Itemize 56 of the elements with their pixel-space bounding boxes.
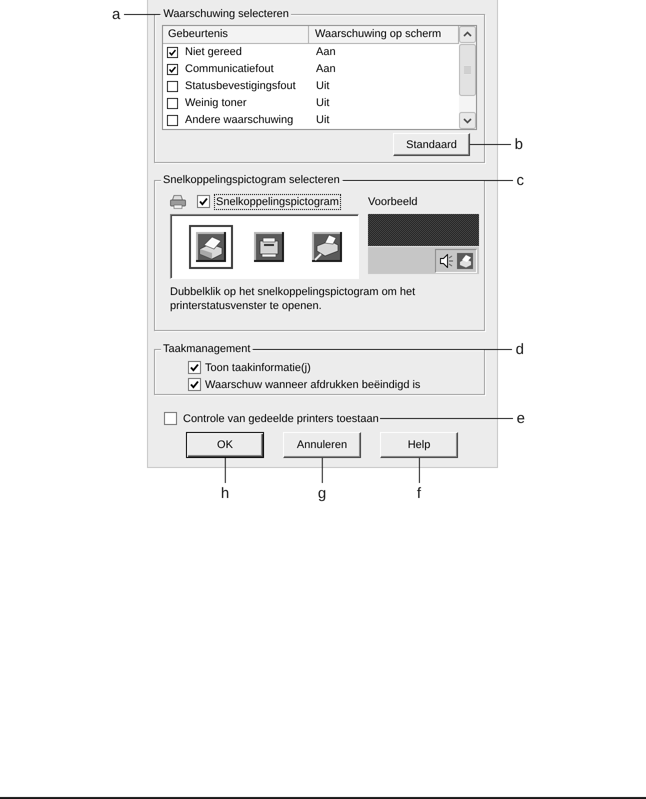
event-name: Statusbevestigingsfout (185, 80, 296, 93)
printer-icon (196, 232, 226, 262)
preview-label: Voorbeeld (368, 194, 418, 208)
checkbox[interactable] (167, 81, 178, 92)
checkbox[interactable] (188, 378, 201, 391)
callout-letter: f (416, 486, 422, 501)
group-title: Waarschuwing selecteren (161, 8, 291, 21)
scrollbar-thumb[interactable] (459, 44, 476, 96)
alert-state: Aan (315, 46, 336, 59)
dialog-button[interactable]: Help (380, 432, 458, 458)
dialog-button[interactable]: Annuleren (283, 432, 361, 458)
event-name: Weinig toner (185, 97, 247, 110)
default-button[interactable]: Standaard (393, 133, 470, 156)
event-name: Niet gereed (185, 46, 242, 59)
checkbox-label: Controle van gedeelde printers toestaan (183, 412, 379, 424)
printer-icon (312, 232, 342, 262)
dialog-button[interactable]: OK (186, 432, 264, 458)
checkbox[interactable] (167, 98, 178, 109)
column-header[interactable]: Gebeurtenis (163, 26, 309, 44)
checkbox[interactable] (167, 115, 178, 126)
callout-letter: g (318, 486, 326, 501)
checkbox[interactable] (164, 412, 177, 425)
alert-state: Uit (315, 114, 330, 127)
event-name: Communicatiefout (185, 63, 274, 76)
leader-line (124, 14, 160, 15)
checkbox[interactable] (167, 47, 178, 58)
speaker-icon (440, 254, 452, 268)
group-title: Snelkoppelingspictogram selecteren (161, 174, 342, 187)
leader-line (418, 458, 420, 483)
scroll-down-button[interactable] (459, 112, 476, 129)
checkbox[interactable] (167, 64, 178, 75)
leader-line (224, 458, 226, 483)
printer-icon (254, 232, 284, 262)
checkbox-label: Snelkoppelingspictogram (214, 194, 341, 210)
callout-letter: c (516, 173, 524, 188)
alert-state: Uit (315, 80, 330, 93)
icon-option[interactable] (189, 224, 233, 268)
event-name: Andere waarschuwing (185, 114, 294, 127)
alert-state: Uit (315, 97, 330, 110)
callout-letter: d (516, 342, 524, 357)
callout-letter: h (220, 486, 230, 501)
column-header[interactable]: Waarschuwing op scherm (309, 26, 459, 44)
printer-icon (170, 194, 186, 208)
checkbox-label: Toon taakinformatie(j) (205, 362, 311, 374)
alert-state: Aan (315, 63, 336, 76)
description-text: Dubbelklik op het snelkoppelingspictogram om het printerstatusvenster te openen. (170, 285, 416, 313)
checkbox[interactable] (197, 195, 210, 208)
group-title: Taakmanagement (161, 343, 252, 356)
checkbox-label: Waarschuw wanneer afdrukken beëindigd is (205, 378, 420, 390)
callout-letter: b (514, 137, 523, 152)
printer-icon (456, 252, 472, 268)
scroll-up-button[interactable] (459, 26, 476, 43)
checkbox[interactable] (188, 361, 201, 374)
callout-letter: e (516, 411, 525, 426)
leader-line (470, 144, 511, 145)
callout-letter: a (112, 7, 120, 22)
